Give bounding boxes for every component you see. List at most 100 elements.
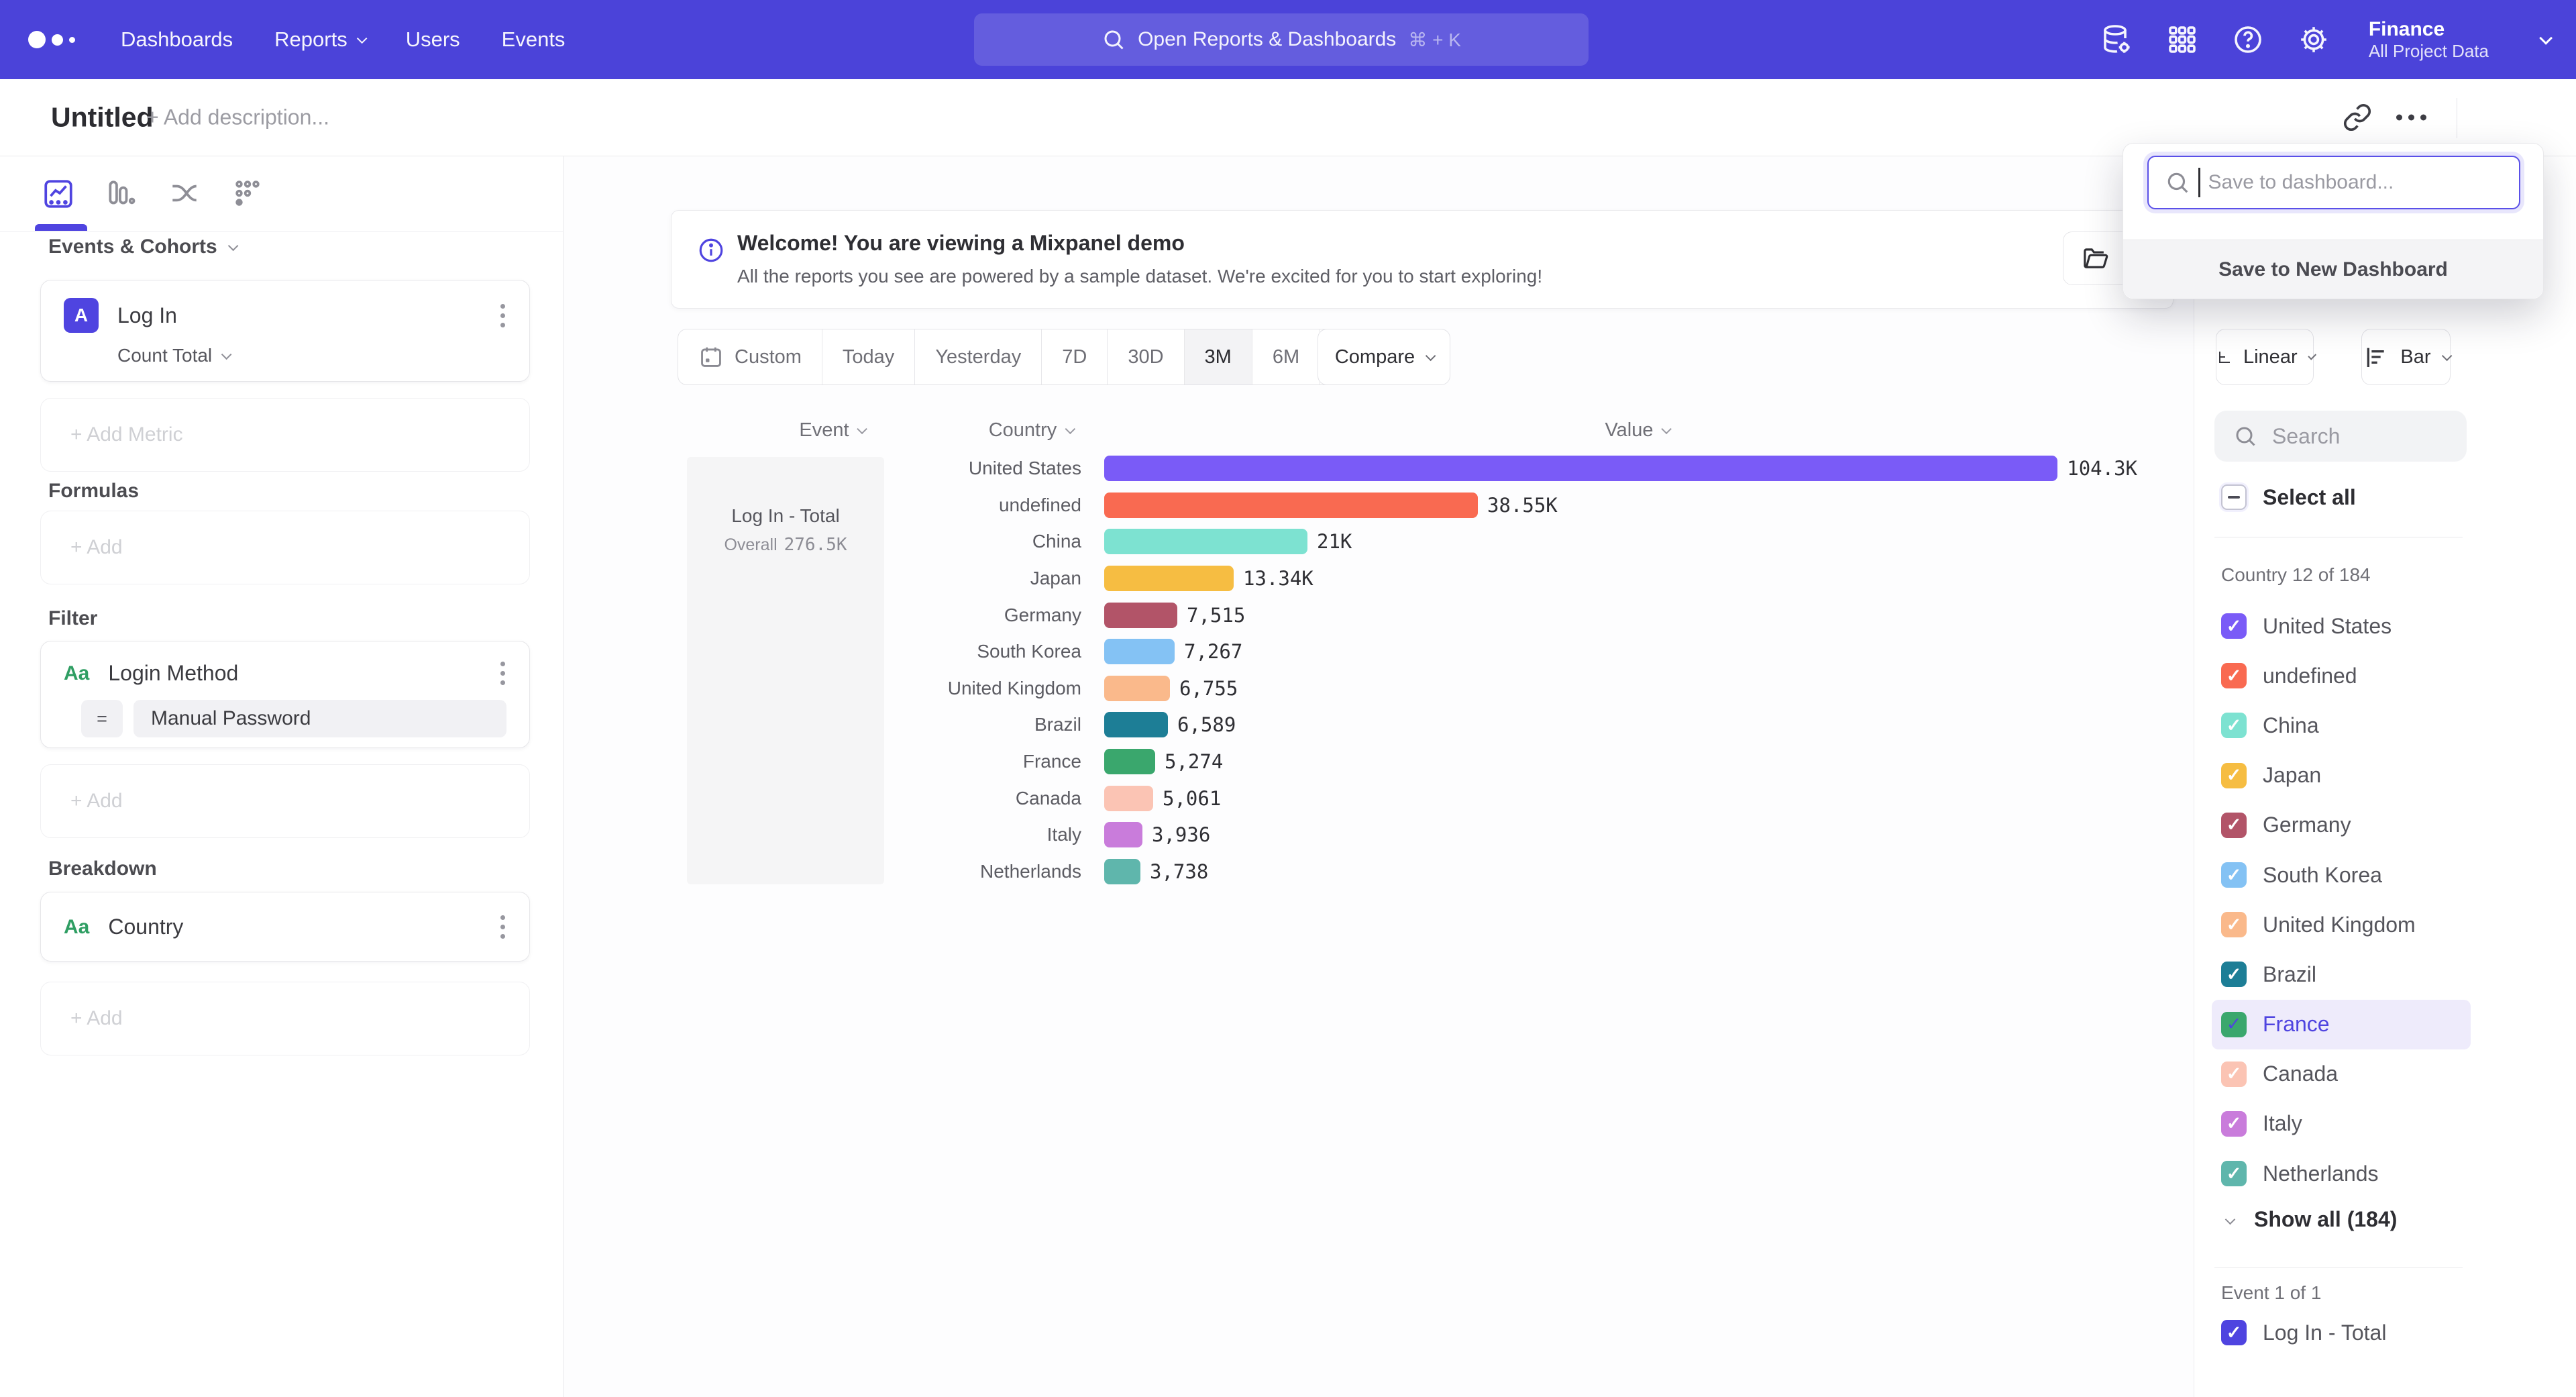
bar-value-label: 7,515 [1187, 604, 1245, 627]
filter-kebab-menu[interactable] [496, 658, 509, 689]
select-all-row[interactable]: Select all [2221, 484, 2356, 510]
bar[interactable] [1104, 859, 1140, 884]
country-checkbox[interactable]: ✓ [2221, 813, 2247, 838]
country-row-brazil[interactable]: ✓Brazil [2212, 949, 2471, 999]
legend-search-input[interactable]: Search [2214, 411, 2467, 462]
country-row-japan[interactable]: ✓Japan [2212, 751, 2471, 800]
date-range-6m[interactable]: 6M [1252, 329, 1320, 384]
country-checkbox[interactable]: ✓ [2221, 912, 2247, 937]
save-dashboard-placeholder: Save to dashboard... [2208, 171, 2394, 194]
nav-item-users[interactable]: Users [406, 28, 460, 52]
add-metric-button[interactable]: + Add Metric [40, 398, 530, 472]
tab-retention[interactable] [231, 177, 264, 211]
bar[interactable] [1104, 712, 1168, 737]
breakdown-kebab-menu[interactable] [496, 911, 509, 943]
save-to-dashboard-popup: Save to dashboard... Save to New Dashboa… [2123, 143, 2544, 299]
filter-value[interactable]: Manual Password [133, 700, 506, 737]
country-row-undefined[interactable]: ✓undefined [2212, 651, 2471, 701]
data-management-icon[interactable] [2100, 23, 2133, 56]
chart-type-button[interactable]: Bar [2361, 329, 2451, 385]
country-row-france[interactable]: ✓France [2212, 1000, 2471, 1049]
metric-kebab-menu[interactable] [496, 300, 509, 331]
help-icon[interactable] [2232, 23, 2264, 56]
country-row-germany[interactable]: ✓Germany [2212, 800, 2471, 850]
chevron-down-icon[interactable] [2539, 32, 2553, 45]
country-checkbox[interactable]: ✓ [2221, 962, 2247, 987]
settings-gear-icon[interactable] [2298, 23, 2330, 56]
event-legend-row[interactable]: ✓ Log In - Total [2221, 1320, 2386, 1345]
country-row-united-states[interactable]: ✓United States [2212, 601, 2471, 651]
bar[interactable] [1104, 749, 1155, 774]
filter-property-name[interactable]: Login Method [108, 661, 238, 686]
bar[interactable] [1104, 456, 2057, 481]
country-row-netherlands[interactable]: ✓Netherlands [2212, 1149, 2471, 1198]
bar[interactable] [1104, 639, 1175, 664]
bar[interactable] [1104, 603, 1177, 628]
project-switcher[interactable]: Finance All Project Data [2369, 17, 2489, 62]
report-title[interactable]: Untitled [51, 102, 154, 134]
add-description-field[interactable]: + Add description... [146, 105, 329, 130]
country-row-italy[interactable]: ✓Italy [2212, 1099, 2471, 1149]
date-range-yesterday[interactable]: Yesterday [915, 329, 1042, 384]
event-badge-a: A [64, 298, 99, 333]
scale-selector-button[interactable]: Linear [2216, 329, 2314, 385]
country-row-south-korea[interactable]: ✓South Korea [2212, 850, 2471, 900]
bar[interactable] [1104, 493, 1478, 518]
tab-funnels[interactable] [105, 177, 138, 211]
tab-flows[interactable] [168, 177, 201, 211]
column-header-value[interactable]: Value [1605, 419, 1668, 442]
bar[interactable] [1104, 786, 1153, 811]
bar[interactable] [1104, 676, 1170, 701]
country-label: China [2263, 713, 2319, 738]
more-options-button[interactable] [2396, 115, 2426, 121]
date-range-3m[interactable]: 3M [1185, 329, 1252, 384]
date-range-7d[interactable]: 7D [1042, 329, 1108, 384]
date-range-today[interactable]: Today [822, 329, 915, 384]
save-dashboard-search-input[interactable]: Save to dashboard... [2147, 156, 2520, 209]
apps-grid-icon[interactable] [2166, 23, 2198, 56]
country-checkbox[interactable]: ✓ [2221, 1062, 2247, 1087]
event-checkbox[interactable]: ✓ [2221, 1320, 2247, 1345]
bar[interactable] [1104, 822, 1142, 847]
country-checkbox[interactable]: ✓ [2221, 1161, 2247, 1186]
country-checkbox[interactable]: ✓ [2221, 613, 2247, 639]
country-row-united-kingdom[interactable]: ✓United Kingdom [2212, 900, 2471, 949]
tab-insights[interactable] [42, 177, 75, 211]
country-row-canada[interactable]: ✓Canada [2212, 1049, 2471, 1099]
date-range-30d[interactable]: 30D [1108, 329, 1184, 384]
metric-card-log-in[interactable]: A Log In Count Total [40, 280, 530, 382]
metric-aggregation[interactable]: Count Total [117, 345, 212, 366]
select-all-checkbox[interactable] [2221, 484, 2247, 510]
show-all-toggle[interactable]: Show all (184) [2226, 1207, 2397, 1232]
column-header-event[interactable]: Event [799, 419, 864, 442]
add-formula-button[interactable]: + Add [40, 511, 530, 584]
country-checkbox[interactable]: ✓ [2221, 663, 2247, 688]
bar[interactable] [1104, 566, 1234, 591]
date-range-custom[interactable]: Custom [678, 329, 822, 384]
country-checkbox[interactable]: ✓ [2221, 1111, 2247, 1137]
column-header-country[interactable]: Country [989, 419, 1073, 442]
add-breakdown-button[interactable]: + Add [40, 982, 530, 1055]
filter-operator[interactable]: = [81, 700, 123, 737]
country-row-china[interactable]: ✓ China [2212, 701, 2471, 750]
add-filter-button[interactable]: + Add [40, 764, 530, 838]
filter-card-login-method[interactable]: Aa Login Method = Manual Password [40, 641, 530, 748]
country-checkbox[interactable]: ✓ [2221, 1012, 2247, 1037]
compare-button[interactable]: Compare [1318, 329, 1450, 385]
active-tab-indicator [35, 224, 87, 231]
events-cohorts-header[interactable]: Events & Cohorts [48, 236, 235, 258]
country-checkbox[interactable]: ✓ [2221, 862, 2247, 888]
country-checkbox[interactable]: ✓ [2221, 763, 2247, 788]
nav-item-dashboards[interactable]: Dashboards [121, 28, 233, 52]
bar[interactable] [1104, 529, 1307, 554]
nav-item-reports[interactable]: Reports [274, 28, 364, 52]
breakdown-card-country[interactable]: Aa Country [40, 892, 530, 962]
mixpanel-logo[interactable] [28, 31, 102, 48]
breakdown-property-name[interactable]: Country [108, 915, 183, 939]
global-search[interactable]: Open Reports & Dashboards ⌘ + K [974, 13, 1589, 66]
nav-item-events[interactable]: Events [502, 28, 566, 52]
country-checkbox[interactable]: ✓ [2221, 713, 2247, 738]
copy-link-icon[interactable] [2343, 103, 2372, 132]
save-to-new-dashboard-button[interactable]: Save to New Dashboard [2123, 240, 2543, 299]
metric-event-name[interactable]: Log In [117, 303, 177, 328]
